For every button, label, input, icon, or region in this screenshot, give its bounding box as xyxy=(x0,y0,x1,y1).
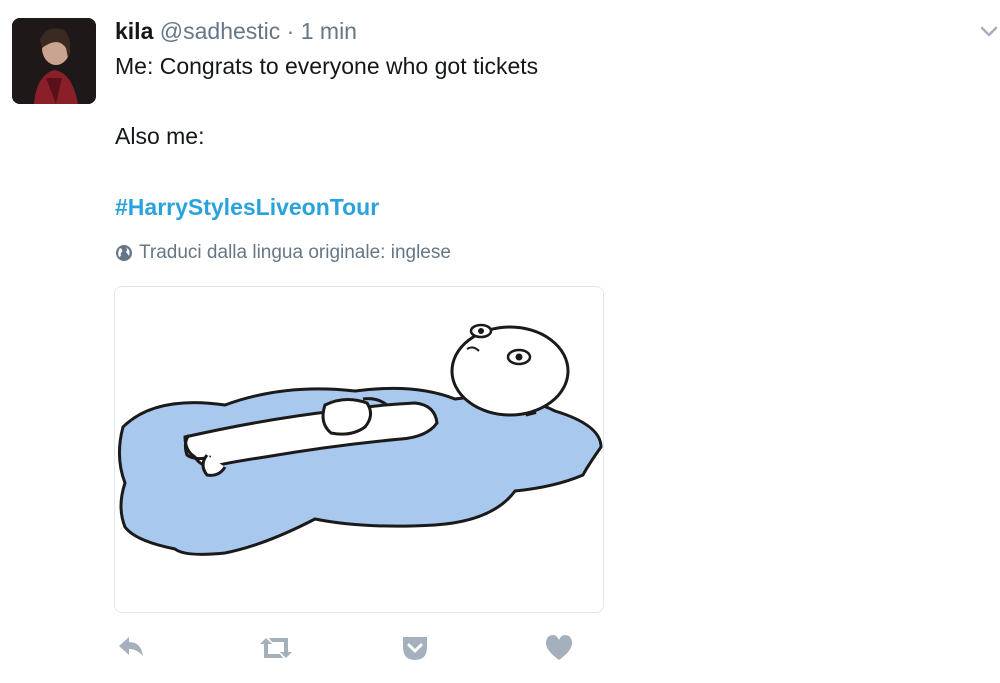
globe-icon xyxy=(116,245,132,261)
tweet-media-image[interactable] xyxy=(114,286,604,613)
tweet-text-line: Also me: xyxy=(115,123,205,149)
tweet-timestamp[interactable]: 1 min xyxy=(301,18,357,44)
heart-icon[interactable] xyxy=(543,632,575,664)
avatar-image xyxy=(12,18,96,104)
translate-label: Traduci dalla lingua originale: inglese xyxy=(139,242,451,263)
tweet-actions xyxy=(115,632,585,664)
tweet-text-line: Me: Congrats to everyone who got tickets xyxy=(115,53,539,79)
chevron-down-icon[interactable] xyxy=(978,20,1000,42)
author-handle[interactable]: @sadhestic xyxy=(160,18,281,44)
translate-link[interactable]: Traduci dalla lingua originale: inglese xyxy=(115,240,451,266)
crying-puddle-illustration xyxy=(115,287,603,612)
pocket-icon[interactable] xyxy=(399,632,431,664)
retweet-icon[interactable] xyxy=(258,632,294,664)
meta-separator: · xyxy=(286,18,295,44)
author-name[interactable]: kila xyxy=(115,18,153,44)
avatar[interactable] xyxy=(12,18,96,104)
hashtag-link[interactable]: #HarryStylesLiveonTour xyxy=(115,192,379,222)
reply-icon[interactable] xyxy=(115,632,147,664)
tweet-header: kila @sadhestic · 1 min xyxy=(115,16,357,46)
